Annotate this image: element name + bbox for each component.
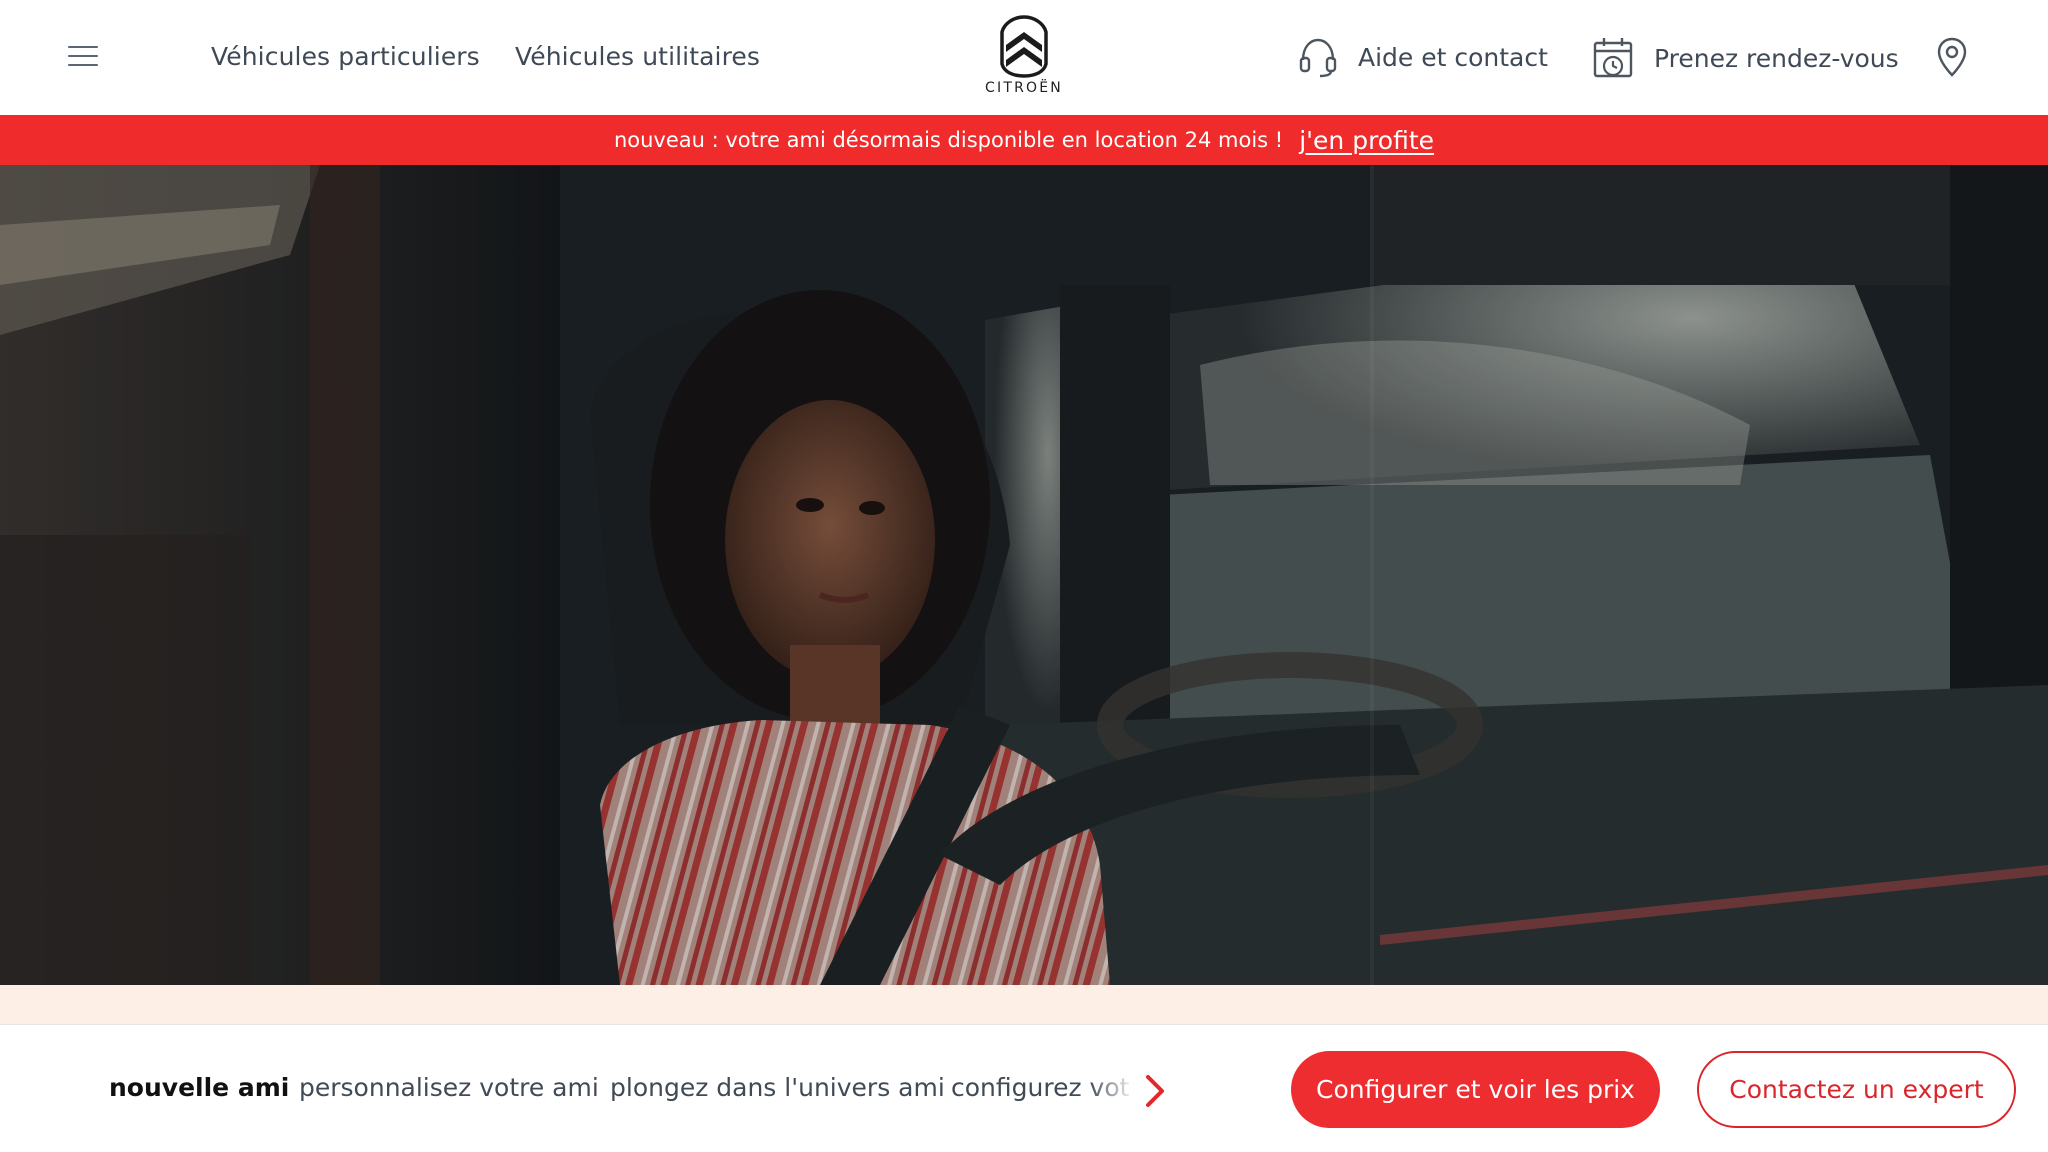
promo-text: nouveau : votre ami désormais disponible… — [613, 128, 1284, 152]
anchor-univers-ami[interactable]: plongez dans l'univers ami — [610, 1073, 945, 1102]
citroen-chevrons-icon — [1000, 15, 1048, 78]
nav-vehicules-utilitaires[interactable]: Véhicules utilitaires — [515, 42, 760, 71]
citroen-logo[interactable]: CITROËN — [978, 14, 1070, 104]
hero-video[interactable] — [0, 165, 2048, 985]
chevron-right-icon[interactable] — [1136, 1071, 1172, 1111]
sticky-anchor-bar: nouvelle ami personnalisez votre ami plo… — [0, 1024, 2048, 1152]
configure-prices-button[interactable]: Configurer et voir les prix — [1291, 1051, 1660, 1128]
cream-divider — [0, 985, 2048, 1024]
anchor-fade — [1090, 1065, 1135, 1115]
logo-wordmark: CITROËN — [985, 80, 1063, 96]
anchor-nouvelle-ami[interactable]: nouvelle ami — [109, 1073, 289, 1102]
headset-icon — [1299, 38, 1337, 78]
site-header: Véhicules particuliers Véhicules utilita… — [0, 0, 2048, 115]
hero-image — [0, 165, 2048, 985]
contact-expert-button[interactable]: Contactez un expert — [1697, 1051, 2016, 1128]
calendar-clock-icon — [1593, 38, 1633, 78]
promo-banner: nouveau : votre ami désormais disponible… — [0, 115, 2048, 165]
anchor-personnalisez[interactable]: personnalisez votre ami — [299, 1073, 599, 1102]
nav-vehicules-particuliers[interactable]: Véhicules particuliers — [211, 42, 480, 71]
appointment-link[interactable]: Prenez rendez-vous — [1592, 36, 1899, 80]
hamburger-menu-icon[interactable] — [68, 44, 98, 68]
help-contact-link[interactable]: Aide et contact — [1298, 36, 1548, 78]
map-pin-icon[interactable] — [1936, 36, 1968, 78]
promo-link[interactable]: j'en profite — [1299, 126, 1434, 155]
help-contact-label: Aide et contact — [1358, 42, 1548, 72]
appointment-label: Prenez rendez-vous — [1654, 43, 1899, 73]
